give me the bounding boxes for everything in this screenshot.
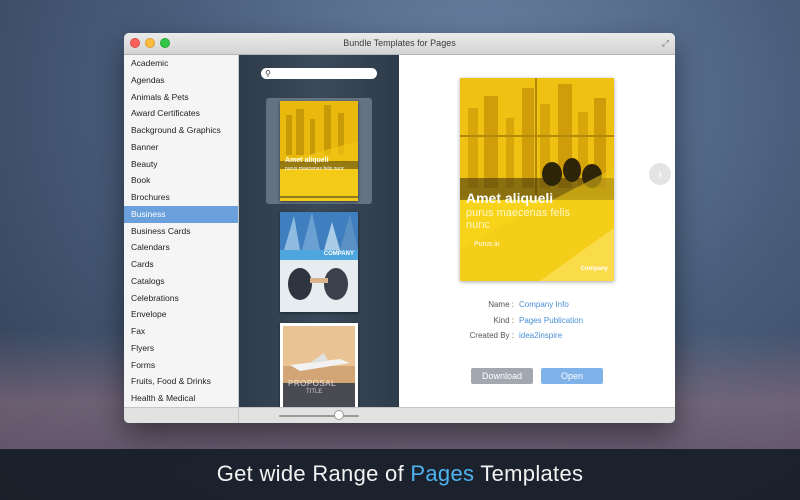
preview-subline: purus maecenas felis bbox=[466, 207, 570, 219]
template-preview: Amet aliqueli purus maecenas felis nunc … bbox=[460, 78, 614, 281]
name-label: Name : bbox=[488, 300, 514, 309]
preview-art bbox=[460, 78, 614, 281]
sidebar-item[interactable]: Calendars bbox=[124, 239, 238, 256]
window-title: Bundle Templates for Pages bbox=[343, 38, 456, 48]
sidebar-footer bbox=[124, 407, 239, 423]
kind-label: Kind : bbox=[493, 315, 514, 325]
created-by-label: Created By : bbox=[469, 331, 514, 340]
search-input[interactable]: ⚲ bbox=[261, 68, 377, 79]
sidebar-item[interactable]: Celebrations bbox=[124, 290, 238, 307]
detail-pane: Amet aliqueli purus maecenas felis nunc … bbox=[399, 55, 675, 407]
sidebar-item[interactable]: Agendas bbox=[124, 72, 238, 89]
sidebar-item[interactable]: Background & Graphics bbox=[124, 122, 238, 139]
sidebar-item[interactable]: Award Certificates bbox=[124, 105, 238, 122]
sidebar-item[interactable]: Forms bbox=[124, 357, 238, 374]
sidebar-item[interactable]: Fax bbox=[124, 323, 238, 340]
preview-brand: Company bbox=[580, 266, 608, 272]
title-bar: Bundle Templates for Pages ⤢ bbox=[124, 33, 675, 55]
name-value: Company Info bbox=[519, 300, 569, 309]
caption-bar: Get wide Range of Pages Templates bbox=[0, 449, 800, 500]
template-thumbnail-1[interactable]: Amet aliqueli purus maecenas felis nunc bbox=[280, 101, 358, 201]
detail-row-name: Name : Company Info bbox=[399, 300, 675, 316]
thumbnail-1-title: Amet aliqueli bbox=[285, 157, 329, 164]
sidebar-item[interactable]: Banner bbox=[124, 139, 238, 156]
template-details: Name : Company Info Kind : Pages Publica… bbox=[399, 300, 675, 347]
thumbnail-3-subtitle: TITLE bbox=[306, 389, 323, 395]
app-window: Bundle Templates for Pages ⤢ Academic Age… bbox=[124, 33, 675, 423]
sidebar-item[interactable]: Beauty bbox=[124, 156, 238, 173]
detail-row-kind: Kind : Pages Publication bbox=[399, 316, 675, 332]
next-arrow-icon[interactable]: › bbox=[649, 163, 671, 185]
thumbnail-1-art bbox=[280, 101, 358, 201]
thumbnail-2-title: COMPANY bbox=[323, 251, 354, 257]
sidebar-item[interactable]: Cards bbox=[124, 256, 238, 273]
caption-part-1: Get wide Range of bbox=[216, 461, 411, 486]
sidebar-item[interactable]: Catalogs bbox=[124, 273, 238, 290]
caption-part-2: Templates bbox=[474, 461, 584, 486]
template-thumbnail-3[interactable]: PROPOSAL TITLE bbox=[280, 323, 358, 407]
thumbnail-2-art bbox=[280, 212, 358, 312]
sidebar-item[interactable]: Fruits, Food & Drinks bbox=[124, 373, 238, 390]
kind-value: Pages Publication bbox=[519, 315, 584, 325]
caption-text: Get wide Range of Pages Templates bbox=[0, 461, 800, 487]
preview-small-heading: Purus in bbox=[474, 241, 500, 248]
sidebar-item[interactable]: Brochures bbox=[124, 189, 238, 206]
zoom-slider-knob[interactable] bbox=[334, 410, 344, 420]
preview-headline: Amet aliqueli bbox=[466, 190, 554, 206]
download-button[interactable]: Download bbox=[471, 368, 533, 384]
thumbnail-3-title: PROPOSAL bbox=[288, 379, 337, 388]
thumbnail-1-subtitle: purus maecenas felis nunc bbox=[285, 166, 345, 172]
detail-row-created-by: Created By : idea2inspire bbox=[399, 331, 675, 347]
zoom-slider-track[interactable] bbox=[279, 415, 359, 417]
zoom-slider-bar bbox=[239, 407, 399, 423]
caption-highlight: Pages bbox=[410, 461, 475, 486]
sidebar-item[interactable]: Business bbox=[124, 205, 238, 223]
sidebar-item[interactable]: Book bbox=[124, 172, 238, 189]
preview-subline-2: nunc bbox=[466, 219, 490, 231]
category-sidebar: Academic Agendas Animals & Pets Award Certi… bbox=[124, 55, 239, 407]
search-icon: ⚲ bbox=[265, 69, 271, 78]
sidebar-item[interactable]: Health & Medical bbox=[124, 390, 238, 407]
open-button[interactable]: Open bbox=[541, 368, 603, 384]
thumbnail-pane: ⚲ Amet aliqueli purus maecenas felis nun… bbox=[239, 55, 399, 407]
sidebar-item[interactable]: Animals & Pets bbox=[124, 89, 238, 106]
fullscreen-icon[interactable]: ⤢ bbox=[662, 38, 669, 49]
sidebar-item[interactable]: Envelope bbox=[124, 306, 238, 323]
sidebar-item[interactable]: Academic bbox=[124, 55, 238, 72]
template-thumbnail-2[interactable]: COMPANY bbox=[280, 212, 358, 312]
detail-footer bbox=[399, 407, 675, 423]
created-by-value[interactable]: idea2inspire bbox=[519, 331, 562, 340]
sidebar-item[interactable]: Flyers bbox=[124, 340, 238, 357]
sidebar-item[interactable]: Business Cards bbox=[124, 223, 238, 240]
